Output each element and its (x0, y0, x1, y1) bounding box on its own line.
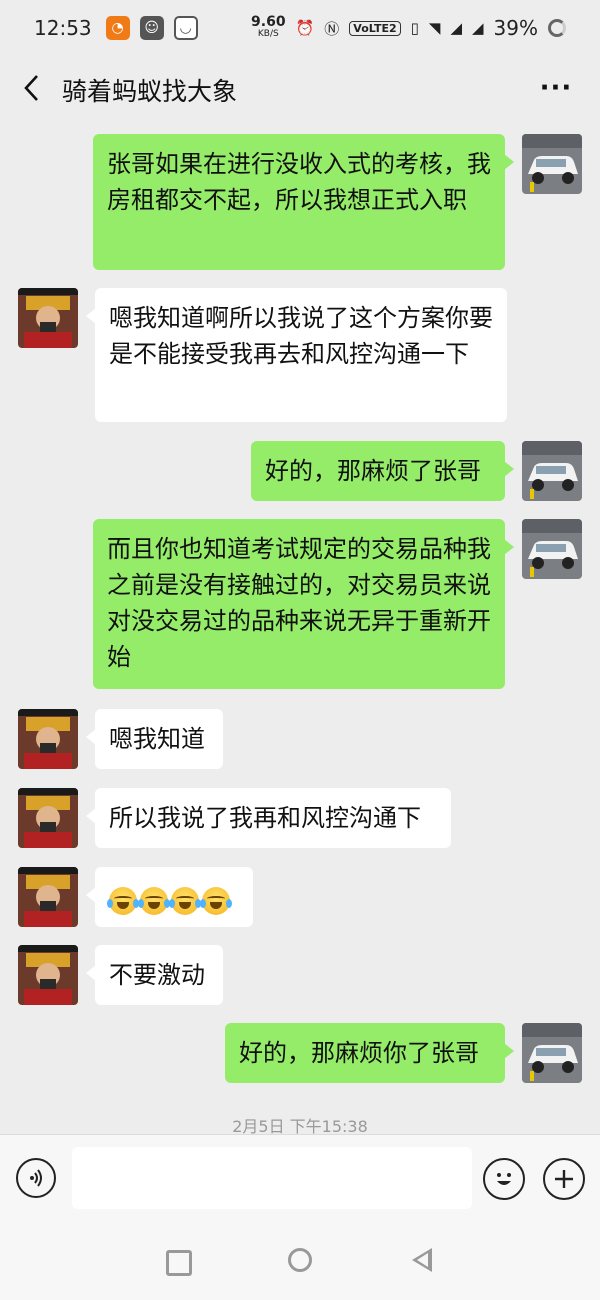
god-of-wealth-avatar-icon (18, 867, 78, 927)
contact-avatar[interactable] (18, 867, 78, 927)
contact-avatar[interactable] (18, 288, 78, 348)
chat-header: 骑着蚂蚁找大象 ··· (0, 56, 600, 122)
message-bubble-received[interactable]: 嗯我知道啊所以我说了这个方案你要是不能接受我再去和风控沟通一下 (86, 288, 507, 422)
contact-avatar[interactable] (18, 788, 78, 848)
signal-icon: ◢ (450, 19, 462, 37)
nfc-icon: Ⓝ (324, 19, 340, 38)
contact-avatar[interactable] (18, 709, 78, 769)
my-avatar[interactable] (522, 519, 582, 579)
alarm-icon: ⏰ (295, 19, 315, 37)
recent-apps-button[interactable] (166, 1250, 192, 1276)
battery-level: 39% (493, 16, 538, 40)
plus-icon (555, 1170, 573, 1188)
laugh-cry-emoji-icon (138, 887, 170, 915)
back-button[interactable] (14, 70, 50, 106)
message-bubble-received[interactable]: 所以我说了我再和风控沟通下 (86, 788, 451, 848)
uc-browser-icon: ◔ (105, 16, 130, 40)
god-of-wealth-avatar-icon (18, 788, 78, 848)
network-speed: 9.60 KB/S (251, 14, 286, 39)
signal-icon-2: ◢ (472, 19, 484, 37)
system-nav-bar (0, 1226, 600, 1300)
shopping-bag-icon: ◡ (173, 16, 198, 40)
system-back-button[interactable] (412, 1248, 432, 1272)
god-of-wealth-avatar-icon (18, 288, 78, 348)
more-options-button[interactable]: ··· (534, 70, 578, 106)
contact-avatar[interactable] (18, 945, 78, 1005)
message-bubble-received[interactable]: 不要激动 (86, 945, 223, 1005)
message-bubble-sent[interactable]: 而且你也知道考试规定的交易品种我之前是没有接触过的，对交易员来说对没交易过的品种… (93, 519, 514, 689)
home-button[interactable] (288, 1248, 312, 1272)
laugh-cry-emoji-icon (107, 887, 139, 915)
wifi-icon: ◥ (428, 19, 441, 37)
car-avatar-icon (522, 134, 582, 194)
message-bubble-sent[interactable]: 好的，那麻烦你了张哥 (225, 1023, 514, 1083)
more-functions-button[interactable] (543, 1158, 585, 1200)
my-avatar[interactable] (522, 134, 582, 194)
message-bubble-received[interactable] (86, 867, 253, 927)
chat-title: 骑着蚂蚁找大象 (62, 77, 238, 106)
status-bar: 12:53 ◔ ☺ ◡ 9.60 KB/S ⏰ Ⓝ VoLTE2 ▯ ◥ ◢ ◢… (0, 0, 600, 56)
notification-app-icon: ☺ (139, 16, 164, 40)
my-avatar[interactable] (522, 1023, 582, 1083)
laugh-cry-emoji-icon (200, 887, 232, 915)
smiley-icon (497, 1173, 511, 1185)
message-bubble-sent[interactable]: 张哥如果在进行没收入式的考核，我房租都交不起，所以我想正式入职 (93, 134, 514, 270)
god-of-wealth-avatar-icon (18, 945, 78, 1005)
emoji-button[interactable] (483, 1158, 525, 1200)
car-avatar-icon (522, 1023, 582, 1083)
car-avatar-icon (522, 441, 582, 501)
voice-icon (30, 1169, 42, 1187)
laugh-cry-emoji-icon (169, 887, 201, 915)
voice-input-button[interactable] (16, 1158, 56, 1198)
volte-badge: VoLTE2 (349, 20, 401, 36)
message-input[interactable] (72, 1147, 472, 1209)
my-avatar[interactable] (522, 441, 582, 501)
status-time: 12:53 (34, 16, 92, 40)
chevron-left-icon (24, 75, 38, 101)
input-bar (0, 1134, 600, 1227)
car-avatar-icon (522, 519, 582, 579)
message-bubble-sent[interactable]: 好的，那麻烦了张哥 (251, 441, 514, 501)
message-bubble-received[interactable]: 嗯我知道 (86, 709, 223, 769)
battery-icon (548, 19, 566, 37)
vibrate-icon: ▯ (410, 19, 419, 37)
god-of-wealth-avatar-icon (18, 709, 78, 769)
